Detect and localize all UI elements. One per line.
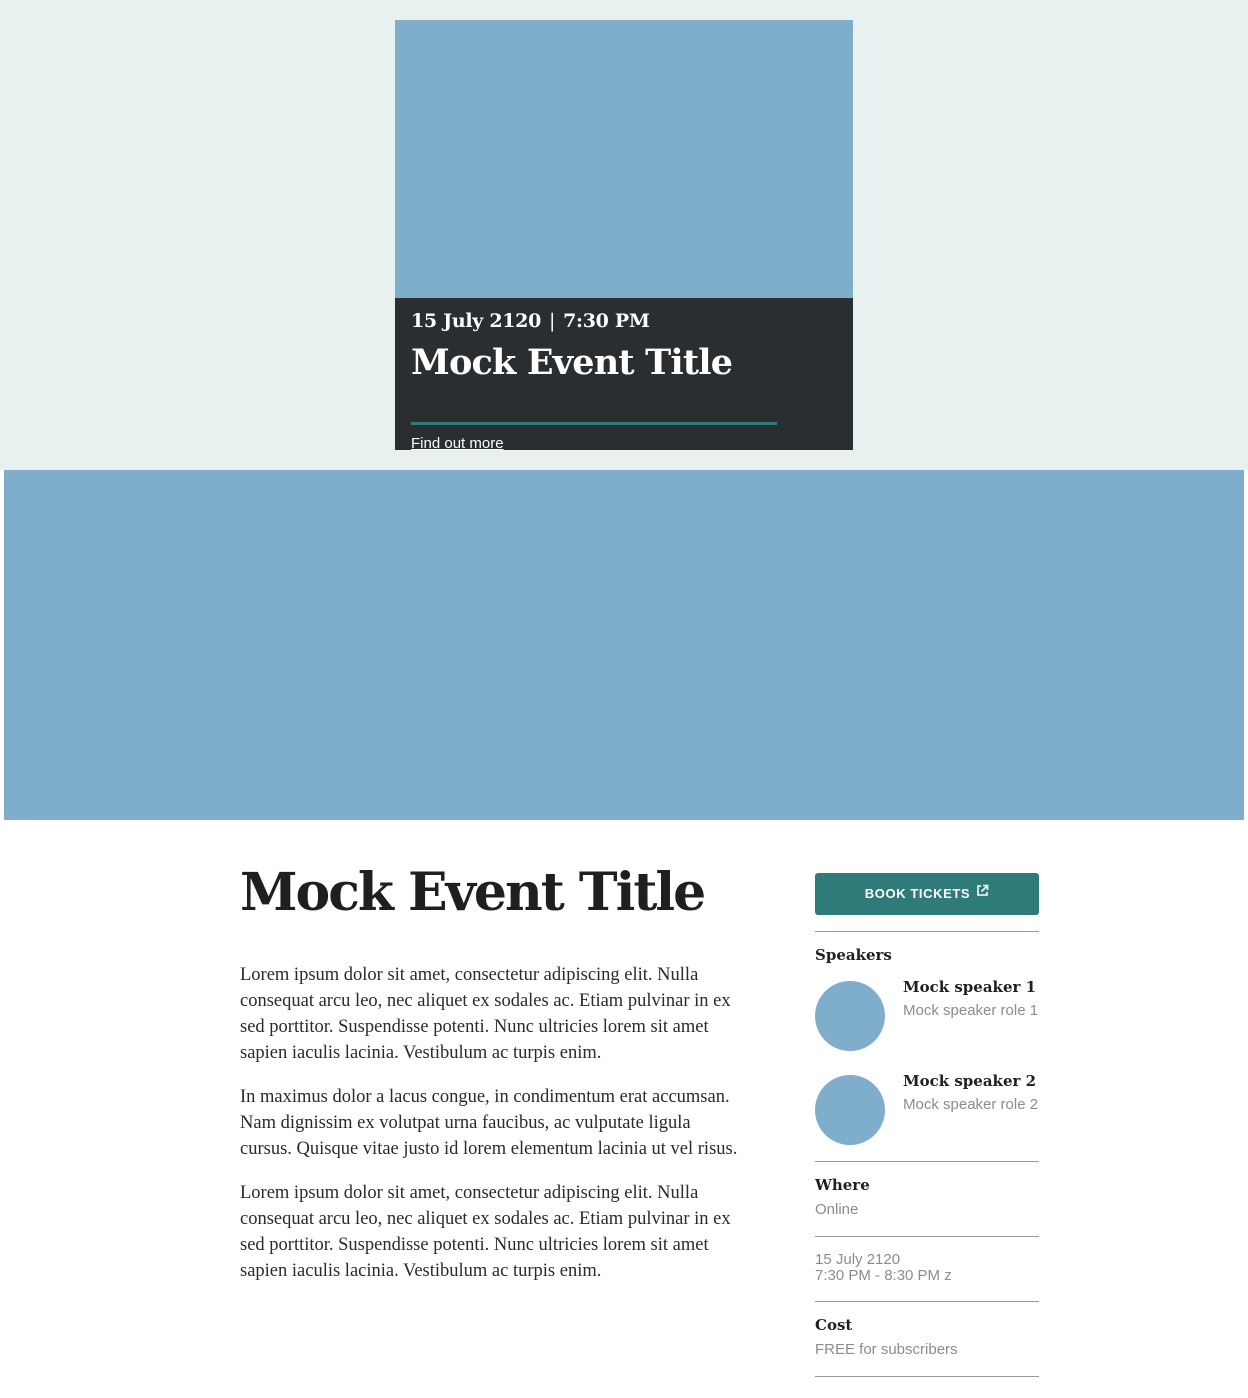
speaker-avatar xyxy=(815,981,885,1051)
description-paragraph-1: Lorem ipsum dolor sit amet, consectetur … xyxy=(240,965,731,1063)
sidebar-divider xyxy=(815,1161,1039,1162)
promo-time: 7:30 PM xyxy=(563,310,650,332)
event-date: 15 July 2120 xyxy=(815,1251,901,1268)
speaker-role: Mock speaker role 1 xyxy=(903,1002,1039,1019)
page-title: Mock Event Title xyxy=(240,862,706,923)
promo-datetime: 15 July 2120 | 7:30 PM xyxy=(411,310,650,332)
event-sidebar: BOOK TICKETS Speakers Mock speaker 1 Moc… xyxy=(815,873,1039,1377)
speaker-role: Mock speaker role 2 xyxy=(903,1096,1039,1113)
promo-image-placeholder xyxy=(395,20,853,298)
where-value: Online xyxy=(815,1201,859,1218)
promo-divider xyxy=(411,422,777,425)
where-heading: Where xyxy=(815,1176,870,1194)
book-tickets-button[interactable]: BOOK TICKETS xyxy=(815,873,1039,915)
speaker-avatar xyxy=(815,1075,885,1145)
promo-info-panel: 15 July 2120 | 7:30 PM Mock Event Title Fi… xyxy=(395,298,853,452)
promo-date: 15 July 2120 xyxy=(411,310,542,332)
sidebar-divider xyxy=(815,1236,1039,1237)
promo-band: 15 July 2120 | 7:30 PM Mock Event Title Fi… xyxy=(0,0,1248,470)
speaker-name: Mock speaker 1 xyxy=(903,978,1037,996)
description-paragraph-3: Lorem ipsum dolor sit amet, consectetur … xyxy=(240,1183,731,1281)
external-link-icon xyxy=(976,872,989,914)
cost-value: FREE for subscribers xyxy=(815,1341,958,1358)
hero-image-placeholder xyxy=(4,470,1244,820)
sidebar-divider xyxy=(815,1376,1039,1377)
description-paragraph-2: In maximus dolor a lacus congue, in cond… xyxy=(240,1087,738,1159)
speakers-heading: Speakers xyxy=(815,946,892,964)
sidebar-divider xyxy=(815,931,1039,932)
cost-heading: Cost xyxy=(815,1316,853,1334)
event-description: Lorem ipsum dolor sit amet, consectetur … xyxy=(240,962,740,1302)
promo-title: Mock Event Title xyxy=(411,342,733,383)
book-tickets-label: BOOK TICKETS xyxy=(864,886,971,901)
promo-date-separator: | xyxy=(549,310,556,332)
speaker-name: Mock speaker 2 xyxy=(903,1072,1037,1090)
sidebar-divider xyxy=(815,1301,1039,1302)
speaker-item: Mock speaker 2 Mock speaker role 2 xyxy=(815,1072,1039,1145)
event-time-range: 7:30 PM - 8:30 PM z xyxy=(815,1267,952,1284)
event-promo-card[interactable]: 15 July 2120 | 7:30 PM Mock Event Title Fi… xyxy=(395,20,853,452)
speaker-item: Mock speaker 1 Mock speaker role 1 xyxy=(815,978,1039,1051)
find-out-more-link[interactable]: Find out more xyxy=(411,435,504,452)
